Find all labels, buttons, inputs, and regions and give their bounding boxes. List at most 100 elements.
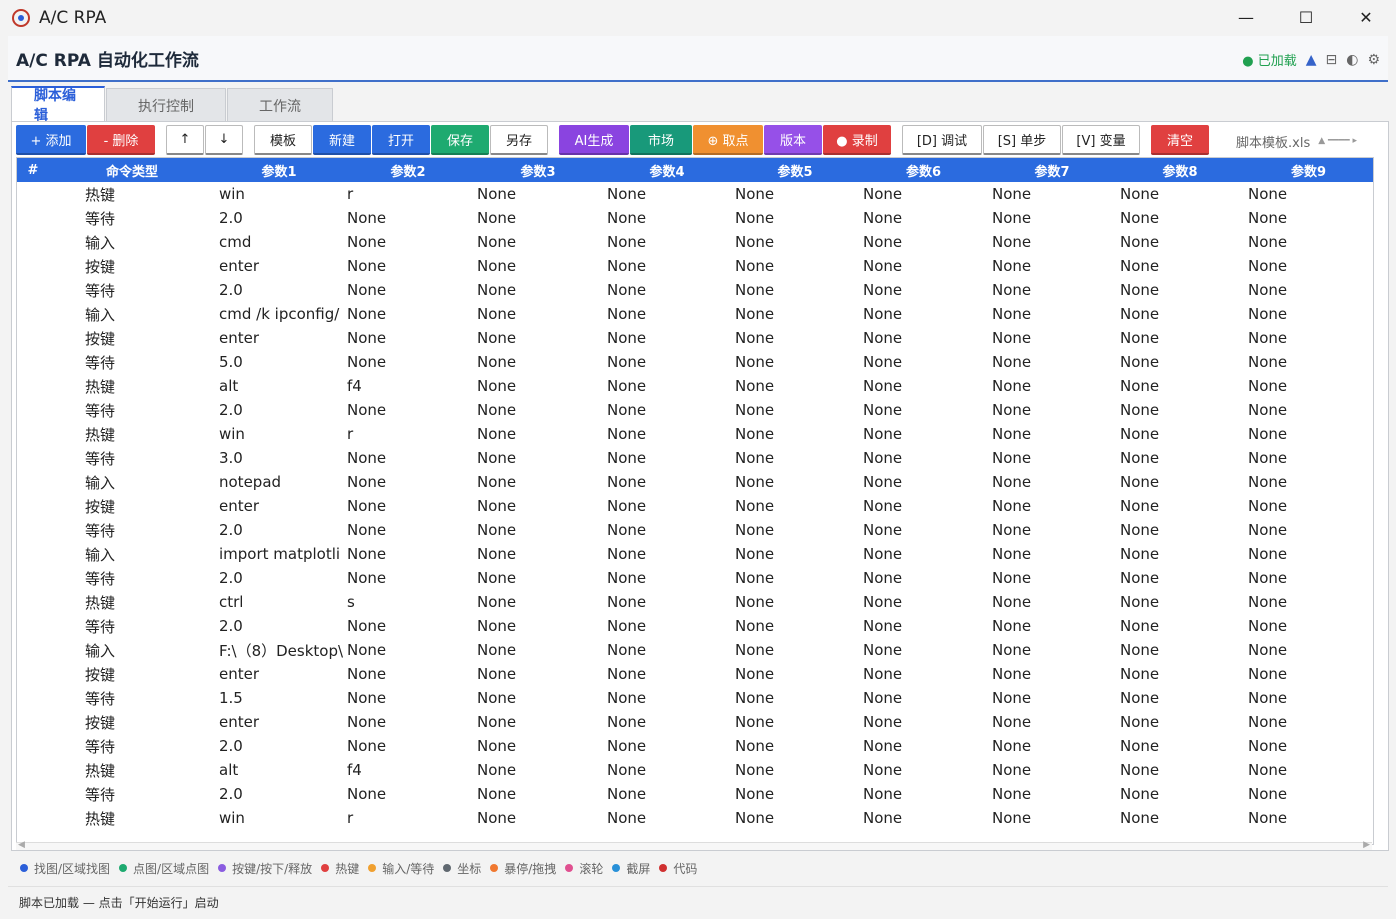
param-cell[interactable]: None [1244, 350, 1373, 374]
param-cell[interactable]: None [603, 734, 731, 758]
param-cell[interactable]: None [473, 254, 603, 278]
param-cell[interactable]: None [473, 350, 603, 374]
command-type-cell[interactable]: 输入 [49, 638, 215, 662]
param-cell[interactable]: None [1244, 374, 1373, 398]
param-cell[interactable]: None [603, 182, 731, 206]
param-cell[interactable]: None [473, 758, 603, 782]
table-row[interactable]: 等待 2.0 None None None None None None None None [17, 518, 1373, 542]
table-row[interactable]: 按键 enter None None None None None None None None [17, 494, 1373, 518]
tab-script-edit[interactable]: 脚本编辑 [11, 86, 105, 124]
table-row[interactable]: 按键 enter None None None None None None None None [17, 254, 1373, 278]
debug-button[interactable]: [D] 调试 [902, 125, 982, 155]
param-cell[interactable]: None [1244, 734, 1373, 758]
command-type-cell[interactable]: 等待 [49, 734, 215, 758]
param-cell[interactable]: None [343, 470, 473, 494]
param-cell[interactable]: None [1116, 230, 1244, 254]
param-cell[interactable]: None [1244, 590, 1373, 614]
theme-toggle-icon[interactable]: ◐ [1346, 52, 1358, 68]
param-cell[interactable]: 2.0 [215, 518, 343, 542]
command-type-cell[interactable]: 热键 [49, 590, 215, 614]
save-button[interactable]: 保存 [431, 125, 489, 155]
param-cell[interactable]: None [988, 566, 1116, 590]
param-cell[interactable]: import matplotli [215, 542, 343, 566]
param-cell[interactable]: None [1244, 254, 1373, 278]
param-cell[interactable]: None [603, 206, 731, 230]
param-cell[interactable]: None [343, 494, 473, 518]
param-cell[interactable]: None [343, 278, 473, 302]
param-cell[interactable]: None [473, 782, 603, 806]
param-cell[interactable]: None [859, 374, 988, 398]
param-cell[interactable]: None [343, 686, 473, 710]
param-cell[interactable]: None [1116, 326, 1244, 350]
down-button[interactable]: ↓ [205, 125, 243, 155]
param-cell[interactable]: None [343, 302, 473, 326]
param-cell[interactable]: None [731, 806, 859, 830]
param-cell[interactable]: None [988, 254, 1116, 278]
param-cell[interactable]: None [1244, 422, 1373, 446]
delete-button[interactable]: - 删除 [87, 125, 155, 155]
saveas-button[interactable]: 另存 [490, 125, 548, 155]
param-cell[interactable]: enter [215, 710, 343, 734]
param-cell[interactable]: None [1244, 662, 1373, 686]
param-cell[interactable]: None [473, 374, 603, 398]
column-header[interactable]: # [17, 158, 49, 182]
step-button[interactable]: [S] 单步 [983, 125, 1061, 155]
param-cell[interactable]: r [343, 182, 473, 206]
vars-button[interactable]: [V] 变量 [1062, 125, 1140, 155]
param-cell[interactable]: None [859, 302, 988, 326]
param-cell[interactable]: None [603, 230, 731, 254]
param-cell[interactable]: None [859, 758, 988, 782]
command-type-cell[interactable]: 输入 [49, 230, 215, 254]
param-cell[interactable]: None [473, 638, 603, 662]
param-cell[interactable]: None [1116, 590, 1244, 614]
param-cell[interactable]: None [859, 470, 988, 494]
param-cell[interactable]: None [343, 230, 473, 254]
param-cell[interactable]: enter [215, 326, 343, 350]
param-cell[interactable]: None [988, 638, 1116, 662]
param-cell[interactable]: None [1116, 758, 1244, 782]
table-row[interactable]: 热键 alt f4 None None None None None None None [17, 374, 1373, 398]
param-cell[interactable]: None [343, 518, 473, 542]
horizontal-scrollbar[interactable]: ◀ ▶ [16, 840, 1372, 850]
param-cell[interactable]: None [603, 758, 731, 782]
param-cell[interactable]: None [473, 662, 603, 686]
param-cell[interactable]: None [1116, 422, 1244, 446]
param-cell[interactable]: None [988, 470, 1116, 494]
template-file-select[interactable]: 脚本模板.xls ▲ ━━━━ ▸ [1236, 130, 1376, 152]
param-cell[interactable]: None [603, 566, 731, 590]
param-cell[interactable]: None [343, 638, 473, 662]
param-cell[interactable]: None [859, 590, 988, 614]
table-row[interactable]: 输入 cmd None None None None None None None None [17, 230, 1373, 254]
command-type-cell[interactable]: 等待 [49, 206, 215, 230]
table-row[interactable]: 热键 win r None None None None None None None [17, 182, 1373, 206]
param-cell[interactable]: None [473, 542, 603, 566]
tab-workflow[interactable]: 工作流 [227, 88, 333, 122]
param-cell[interactable]: None [1244, 542, 1373, 566]
param-cell[interactable]: None [603, 350, 731, 374]
param-cell[interactable]: None [988, 806, 1116, 830]
param-cell[interactable]: 3.0 [215, 446, 343, 470]
command-type-cell[interactable]: 热键 [49, 758, 215, 782]
param-cell[interactable]: s [343, 590, 473, 614]
pick-button[interactable]: ⊕ 取点 [693, 125, 763, 155]
param-cell[interactable]: None [988, 350, 1116, 374]
param-cell[interactable]: None [1116, 254, 1244, 278]
param-cell[interactable]: None [859, 230, 988, 254]
table-row[interactable]: 输入 F:\（8）Desktop\ None None None None None None… [17, 638, 1373, 662]
param-cell[interactable]: None [988, 710, 1116, 734]
param-cell[interactable]: None [1116, 662, 1244, 686]
table-row[interactable]: 热键 alt f4 None None None None None None None [17, 758, 1373, 782]
param-cell[interactable]: r [343, 422, 473, 446]
param-cell[interactable]: None [988, 326, 1116, 350]
scroll-left-icon[interactable]: ◀ [18, 840, 25, 850]
param-cell[interactable]: None [1116, 566, 1244, 590]
param-cell[interactable]: 1.5 [215, 686, 343, 710]
param-cell[interactable]: 5.0 [215, 350, 343, 374]
column-header[interactable]: 参数8 [1116, 158, 1244, 182]
param-cell[interactable]: None [988, 542, 1116, 566]
command-type-cell[interactable]: 按键 [49, 494, 215, 518]
param-cell[interactable]: None [1244, 206, 1373, 230]
command-type-cell[interactable]: 热键 [49, 374, 215, 398]
param-cell[interactable]: F:\（8）Desktop\ [215, 638, 343, 662]
param-cell[interactable]: None [1244, 446, 1373, 470]
